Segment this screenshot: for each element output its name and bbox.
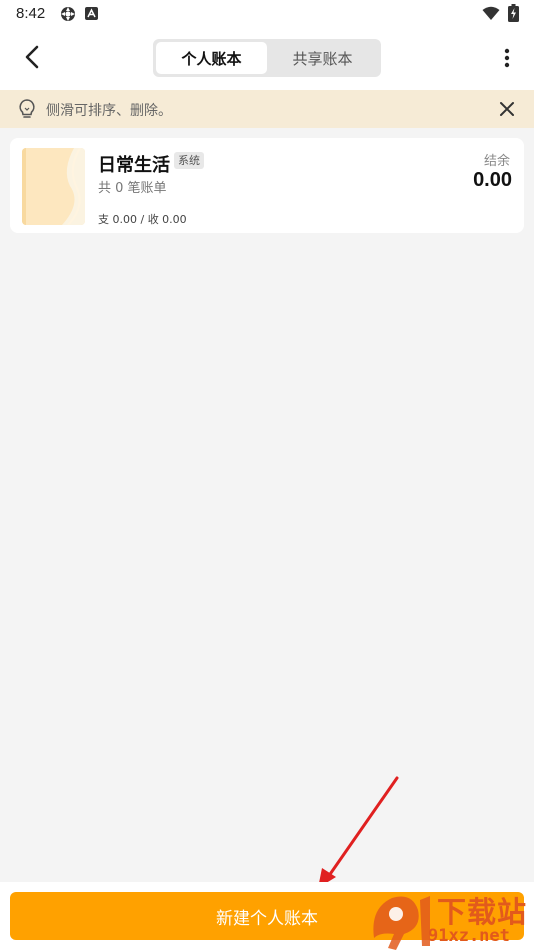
- tab-shared-ledger[interactable]: 共享账本: [267, 42, 378, 74]
- balance-label: 结余: [483, 154, 510, 169]
- status-time: 8:42: [16, 5, 46, 22]
- wifi-icon: [482, 6, 500, 20]
- status-bar: 8:42: [0, 0, 534, 28]
- ledger-expense-income-summary: 支 0.00 / 收 0.00: [98, 213, 187, 226]
- tab-personal-ledger[interactable]: 个人账本: [156, 42, 267, 74]
- more-options-icon[interactable]: [497, 46, 517, 70]
- ledger-card-daily-life[interactable]: 日常生活 系统 共 0 笔账单 支 0.00 / 收 0.00 结余 0.00: [10, 138, 524, 233]
- ledger-bill-count: 共 0 笔账单: [98, 181, 167, 196]
- system-badge: 系统: [174, 152, 204, 169]
- app-notification-icon: [85, 7, 98, 20]
- ledger-cover-image: [22, 148, 85, 225]
- settings-gear-icon: [61, 7, 75, 21]
- balance-value: 0.00: [473, 169, 512, 191]
- close-icon[interactable]: [497, 99, 517, 119]
- tip-text: 侧滑可排序、删除。: [46, 103, 172, 119]
- watermark-site: 91xz.net: [428, 926, 510, 946]
- ledger-type-switch: 个人账本 共享账本: [153, 39, 381, 77]
- top-bar: 个人账本 共享账本: [0, 28, 534, 90]
- tip-bar: 侧滑可排序、删除。: [0, 90, 534, 128]
- ledger-name: 日常生活: [98, 155, 170, 176]
- annotation-arrow-icon: [318, 776, 399, 888]
- watermark-title: 下载站: [437, 895, 528, 929]
- battery-charging-icon: [508, 4, 519, 22]
- back-arrow-icon[interactable]: [18, 42, 48, 72]
- lightbulb-icon: [19, 99, 35, 118]
